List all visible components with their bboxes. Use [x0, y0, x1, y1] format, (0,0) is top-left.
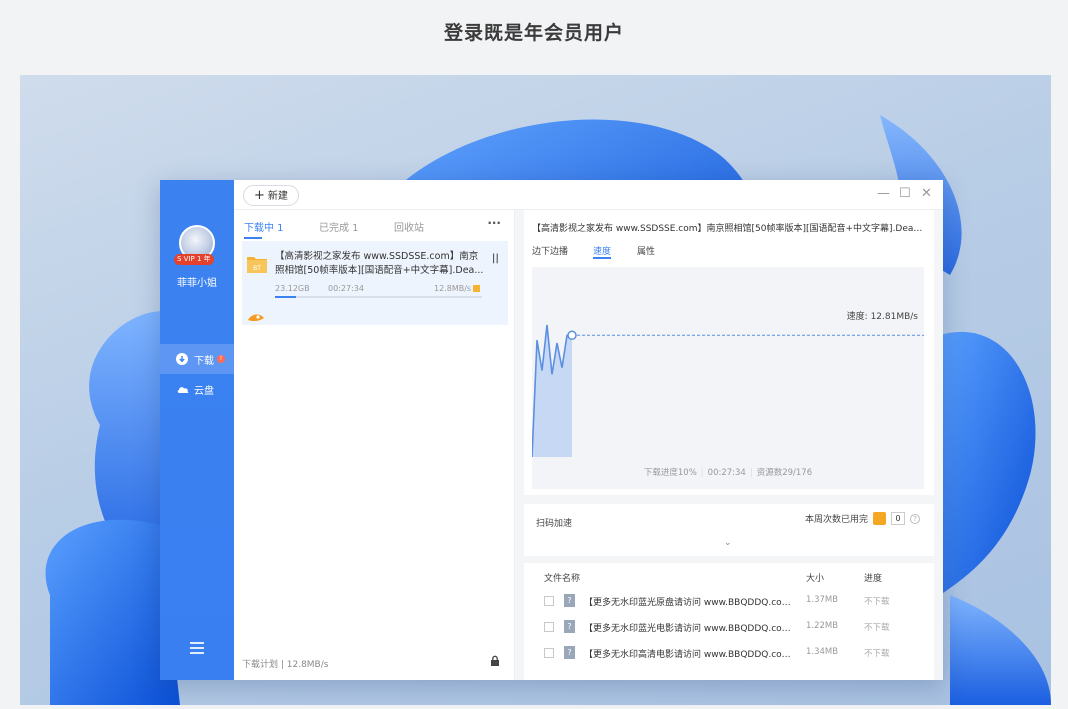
tab-stream[interactable]: 边下边播 [532, 244, 568, 257]
speed-chart: 速度: 12.81MB/s 下载进度10% | 00:27:34 | 资源数29/176 [531, 267, 924, 489]
download-title: 【高清影视之家发布 www.SSDSSE.com】南京照相馆[50帧率版本][国… [275, 251, 484, 276]
detail-card: 【高清影视之家发布 www.SSDSSE.com】南京照相馆[50帧率版本][国… [524, 210, 934, 495]
tab-properties[interactable]: 属性 [637, 244, 655, 257]
lock-icon[interactable] [490, 651, 500, 670]
row-checkbox[interactable] [544, 622, 554, 632]
menu-icon[interactable] [190, 642, 204, 654]
column-header-size: 大小 [806, 574, 825, 584]
minimize-icon[interactable]: — [877, 187, 890, 201]
unknown-file-icon: ? [564, 646, 575, 659]
table-row[interactable]: ? 【更多无水印高清电影请访问 www.BBQDDQ.com】... 1.34M… [524, 640, 934, 666]
elapsed-time: 00:27:34 [707, 468, 746, 478]
scan-accelerate-label: 扫码加速 [536, 519, 573, 529]
file-size: 1.22MB [806, 621, 839, 631]
list-tabs: 下载中 1 已完成 1 回收站 ··· [234, 210, 515, 240]
accelerate-icon[interactable] [246, 308, 266, 327]
current-speed-point [567, 330, 577, 341]
download-item[interactable]: BT 【高清影视之家发布 www.SSDSSE.com】南京照相馆[50帧率版本… [242, 241, 508, 325]
file-size: 1.34MB [806, 647, 839, 657]
file-list: 文件名称 大小 进度 ? 【更多无水印蓝光原盘请访问 www.BBQDDQ.co… [524, 563, 934, 680]
download-icon [176, 353, 188, 365]
plus-icon: + [254, 188, 265, 203]
table-row[interactable]: ? 【更多无水印蓝光原盘请访问 www.BBQDDQ.com】... 1.37M… [524, 588, 934, 614]
chevron-down-icon[interactable]: ⌄ [724, 538, 732, 548]
svg-text:BT: BT [253, 265, 261, 272]
download-plan[interactable]: 下载计划 | 12.8MB/s [242, 657, 328, 670]
speed-readout: 速度: 12.81MB/s [846, 312, 918, 322]
sidebar-item-download[interactable]: 下载 ! [160, 344, 234, 374]
column-header-progress: 进度 [864, 574, 883, 584]
file-progress: 不下载 [864, 649, 890, 659]
unknown-file-icon: ? [564, 620, 575, 633]
more-icon[interactable]: ··· [487, 216, 501, 230]
quota-text: 本周次数已用完 [804, 515, 868, 525]
speed-tag-icon [473, 285, 481, 292]
sidebar-item-label: 云盘 [194, 385, 214, 397]
download-speed: 12.8MB/s [434, 284, 481, 293]
close-icon[interactable]: ✕ [921, 187, 932, 201]
new-task-button[interactable]: + 新建 [243, 185, 299, 206]
pause-icon[interactable]: || [492, 253, 499, 264]
table-row[interactable]: ? 【更多无水印蓝光电影请访问 www.BBQDDQ.com】... 1.22M… [524, 614, 934, 640]
progress-bar [275, 296, 482, 298]
bt-folder-icon: BT [246, 253, 268, 275]
scan-accelerate-card: 扫码加速 本周次数已用完 0 ? ⌄ [524, 504, 934, 556]
detail-panel: 【高清影视之家发布 www.SSDSSE.com】南京照相馆[50帧率版本][国… [515, 210, 943, 680]
progress-fill [275, 296, 296, 298]
file-name: 【更多无水印蓝光原盘请访问 www.BBQDDQ.com】... [584, 598, 799, 608]
speed-chart-svg [531, 324, 924, 458]
new-task-label: 新建 [267, 191, 288, 202]
page-title: 登录既是年会员用户 [443, 22, 624, 44]
file-name: 【更多无水印高清电影请访问 www.BBQDDQ.com】... [584, 650, 799, 660]
cloud-icon [176, 383, 189, 395]
maximize-icon[interactable]: ☐ [899, 187, 911, 201]
top-bar: + 新建 — ☐ ✕ [234, 180, 943, 210]
download-manager-window: S VIP 1 年 菲菲小姐 下载 ! 云盘 + 新建 — ☐ ✕ 下载中 1 已… [160, 180, 943, 680]
file-size: 1.37MB [806, 595, 839, 605]
file-name: 【更多无水印蓝光电影请访问 www.BBQDDQ.com】... [584, 624, 799, 634]
chart-footer: 下载进度10% | 00:27:34 | 资源数29/176 [643, 468, 813, 478]
row-checkbox[interactable] [544, 648, 554, 658]
column-header-name: 文件名称 [544, 574, 581, 584]
download-speed-value: 12.8MB/s [434, 284, 472, 293]
progress-text: 下载进度10% [643, 468, 697, 478]
tab-downloading[interactable]: 下载中 1 [244, 219, 284, 234]
tab-speed[interactable]: 速度 [593, 244, 611, 257]
weekly-quota: 本周次数已用完 0 ? [805, 512, 920, 525]
resource-count: 资源数29/176 [756, 468, 813, 478]
file-progress: 不下载 [864, 623, 890, 633]
download-time: 00:27:34 [328, 284, 364, 293]
unknown-file-icon: ? [564, 594, 575, 607]
flame-icon [873, 512, 886, 525]
detail-title: 【高清影视之家发布 www.SSDSSE.com】南京照相馆[50帧率版本][国… [532, 224, 928, 234]
file-progress: 不下载 [864, 597, 890, 607]
tab-indicator [244, 237, 262, 239]
download-list-panel: 下载中 1 已完成 1 回收站 ··· BT 【高清影视之家发布 www.SSD… [234, 210, 515, 680]
sidebar-item-label: 下载 [194, 355, 214, 367]
username[interactable]: 菲菲小姐 [160, 274, 234, 289]
row-checkbox[interactable] [544, 596, 554, 606]
download-size: 23.12GB [275, 284, 310, 293]
sidebar-item-cloud[interactable]: 云盘 [160, 374, 234, 404]
notification-dot: ! [217, 355, 225, 363]
help-icon[interactable]: ? [910, 513, 920, 524]
quota-count: 0 [891, 512, 905, 525]
tab-recycle-bin[interactable]: 回收站 [394, 219, 424, 234]
vip-badge: S VIP 1 年 [174, 254, 214, 265]
detail-tab-indicator [593, 257, 611, 259]
tab-completed[interactable]: 已完成 1 [319, 219, 359, 234]
sidebar: S VIP 1 年 菲菲小姐 下载 ! 云盘 [160, 180, 234, 680]
